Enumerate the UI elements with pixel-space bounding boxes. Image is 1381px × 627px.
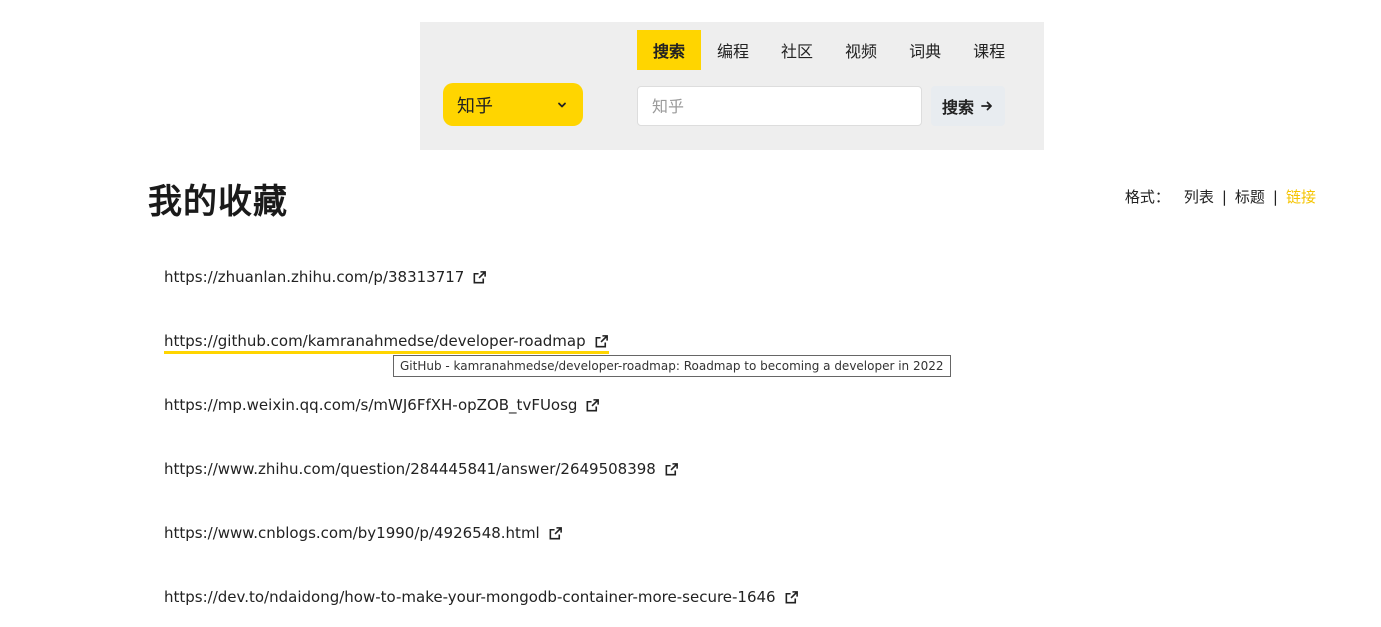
external-link-icon[interactable]	[548, 526, 563, 541]
bookmark-url: https://zhuanlan.zhihu.com/p/38313717	[164, 268, 465, 286]
tab-video[interactable]: 视频	[829, 30, 893, 70]
bookmark-link[interactable]: https://mp.weixin.qq.com/s/mWJ6FfXH-opZO…	[164, 396, 600, 414]
external-link-icon[interactable]	[585, 398, 600, 413]
search-button[interactable]: 搜索	[931, 86, 1005, 126]
format-separator: |	[1221, 187, 1227, 206]
tab-programming[interactable]: 编程	[701, 30, 765, 70]
tab-courses[interactable]: 课程	[957, 30, 1021, 70]
bookmark-url: https://www.zhihu.com/question/284445841…	[164, 460, 656, 478]
tab-community[interactable]: 社区	[765, 30, 829, 70]
bookmark-url: https://github.com/kamranahmedse/develop…	[164, 332, 586, 350]
format-switch: 格式： 列表 | 标题 | 链接	[1125, 186, 1316, 207]
external-link-icon[interactable]	[784, 590, 799, 605]
search-input[interactable]	[637, 86, 922, 126]
external-link-icon[interactable]	[594, 334, 609, 349]
search-engine-value: 知乎	[457, 95, 493, 117]
search-category-tabs: 搜索 编程 社区 视频 词典 课程	[637, 30, 1021, 70]
tab-search[interactable]: 搜索	[637, 30, 702, 70]
bookmark-url: https://mp.weixin.qq.com/s/mWJ6FfXH-opZO…	[164, 396, 578, 414]
search-engine-select[interactable]: 知乎	[443, 83, 583, 126]
external-link-icon[interactable]	[664, 462, 679, 477]
page-title: 我的收藏	[148, 182, 288, 222]
bookmark-url: https://www.cnblogs.com/by1990/p/4926548…	[164, 524, 540, 542]
format-label: 格式：	[1124, 188, 1170, 206]
link-tooltip: GitHub - kamranahmedse/developer-roadmap…	[393, 355, 951, 377]
bookmark-link[interactable]: https://dev.to/ndaidong/how-to-make-your…	[164, 588, 799, 606]
bookmark-link[interactable]: https://www.cnblogs.com/by1990/p/4926548…	[164, 524, 563, 542]
search-panel: 知乎 搜索 编程 社区 视频 词典 课程 搜索	[420, 22, 1044, 150]
bookmark-link[interactable]: https://zhuanlan.zhihu.com/p/38313717	[164, 268, 487, 286]
chevron-down-icon	[558, 102, 566, 107]
bookmark-link[interactable]: https://www.zhihu.com/question/284445841…	[164, 460, 679, 478]
bookmark-url: https://dev.to/ndaidong/how-to-make-your…	[164, 588, 776, 606]
format-option-title[interactable]: 标题	[1235, 186, 1265, 207]
format-option-link[interactable]: 链接	[1286, 186, 1316, 207]
format-separator: |	[1272, 187, 1278, 206]
search-button-label: 搜索	[941, 98, 974, 117]
arrow-right-icon	[981, 101, 992, 111]
tab-dictionary[interactable]: 词典	[893, 30, 957, 70]
bookmark-link[interactable]: https://github.com/kamranahmedse/develop…	[164, 332, 609, 354]
format-option-list[interactable]: 列表	[1184, 186, 1214, 207]
external-link-icon[interactable]	[472, 270, 487, 285]
